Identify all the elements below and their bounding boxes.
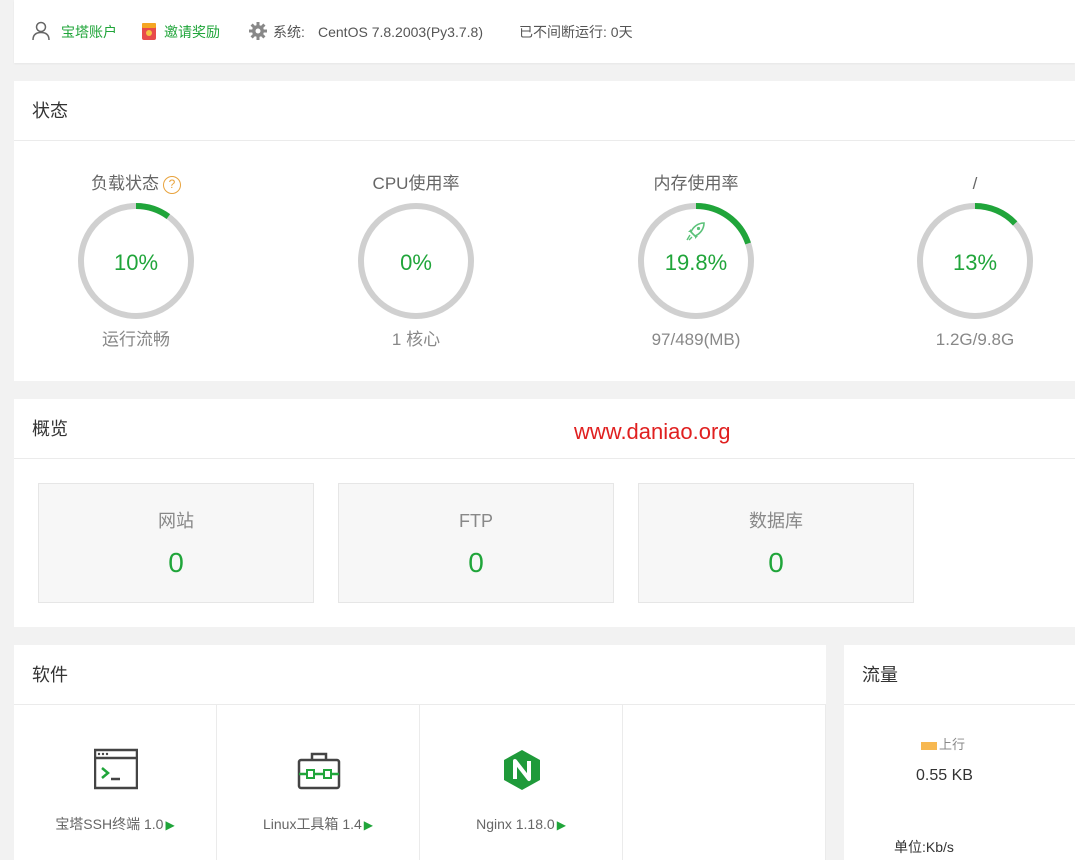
gauge-value: 10% — [113, 250, 159, 275]
overview-count[interactable]: 0 — [639, 547, 913, 579]
upload-legend-label[interactable]: 上行 — [939, 737, 965, 753]
gauge-subtext: 97/489(MB) — [651, 330, 741, 349]
gear-icon — [249, 22, 267, 40]
traffic-panel: 流量 上行 0.55 KB 单位:Kb/s — [844, 645, 1075, 860]
traffic-header: 流量 — [844, 645, 1075, 705]
nginx-icon — [504, 750, 540, 790]
user-icon — [32, 21, 50, 41]
software-title: 软件 — [32, 665, 68, 685]
traffic-title: 流量 — [862, 665, 898, 685]
play-icon[interactable]: ▶ — [165, 818, 174, 832]
upload-legend-swatch — [921, 742, 937, 750]
toolbox-icon — [297, 752, 341, 790]
gauge-title: / — [972, 174, 978, 193]
overview-label: 数据库 — [749, 511, 803, 531]
play-icon[interactable]: ▶ — [557, 818, 566, 832]
disk-gauge[interactable]: / 13% 1.2G/9.8G — [875, 81, 1075, 381]
overview-title: 概览 — [32, 419, 68, 439]
gauge-title: CPU使用率 — [372, 174, 460, 193]
system-value: CentOS 7.8.2003(Py3.7.8) — [318, 24, 483, 40]
system-label: 系统: — [273, 24, 305, 40]
overview-websites[interactable]: 网站 0 — [38, 483, 314, 603]
software-label: Linux工具箱 1.4 ▶ — [262, 816, 374, 832]
play-icon[interactable]: ▶ — [364, 818, 373, 832]
gauge-value: 0% — [400, 250, 432, 275]
help-icon[interactable]: ? — [163, 176, 181, 194]
software-label: Nginx 1.18.0 ▶ — [476, 816, 566, 832]
load-gauge[interactable]: 负载状态? 10% 运行流畅 — [36, 81, 236, 381]
overview-count[interactable]: 0 — [39, 547, 313, 579]
software-item-ssh[interactable]: 宝塔SSH终端 1.0 ▶ — [14, 705, 217, 860]
gauge-subtext: 1.2G/9.8G — [935, 330, 1015, 349]
cpu-gauge[interactable]: CPU使用率 0% 1 核心 — [316, 81, 516, 381]
overview-label: FTP — [459, 511, 493, 531]
overview-ftp[interactable]: FTP 0 — [338, 483, 614, 603]
overview-header: 概览 www.daniao.org — [14, 399, 1075, 459]
overview-panel: 概览 www.daniao.org 网站 0 FTP 0 数据库 0 — [14, 399, 1075, 627]
traffic-unit: 单位:Kb/s — [894, 839, 954, 855]
gauge-title: 负载状态? — [36, 173, 236, 195]
upload-value: 0.55 KB — [916, 767, 973, 784]
software-label: 宝塔SSH终端 1.0 ▶ — [55, 816, 175, 832]
watermark-text: www.daniao.org — [574, 419, 731, 444]
gauge-title: 内存使用率 — [653, 174, 739, 193]
software-item-empty — [623, 705, 826, 860]
account-link[interactable]: 宝塔账户 — [61, 22, 117, 42]
overview-count[interactable]: 0 — [339, 547, 613, 579]
gauge-subtext: 1 核心 — [391, 330, 441, 349]
gauge-value: 19.8% — [664, 250, 728, 275]
overview-databases[interactable]: 数据库 0 — [638, 483, 914, 603]
rocket-icon[interactable] — [684, 219, 708, 243]
memory-gauge[interactable]: 内存使用率 19.8% 97/489(MB) — [596, 81, 796, 381]
invite-reward-link[interactable]: 邀请奖励 — [164, 22, 220, 42]
status-panel: 状态 负载状态? 10% 运行流畅 CPU使用率 0% 1 核心 内存使用率 1… — [14, 81, 1075, 381]
gauge-value: 13% — [952, 250, 998, 275]
gauge-subtext: 运行流畅 — [102, 330, 170, 349]
software-item-nginx[interactable]: Nginx 1.18.0 ▶ — [420, 705, 623, 860]
gift-icon — [142, 23, 156, 40]
top-bar: 宝塔账户 邀请奖励 系统: CentOS 7.8.2003(Py3.7.8) 已… — [14, 0, 1075, 63]
software-item-toolbox[interactable]: Linux工具箱 1.4 ▶ — [217, 705, 420, 860]
software-header: 软件 — [14, 645, 826, 705]
terminal-icon — [94, 748, 138, 790]
software-panel: 软件 宝塔SSH终端 1.0 ▶ Linux工具箱 1.4 ▶ Nginx 1.18… — [14, 645, 826, 860]
overview-label: 网站 — [158, 511, 194, 531]
uptime-text: 已不间断运行: 0天 — [519, 24, 633, 40]
